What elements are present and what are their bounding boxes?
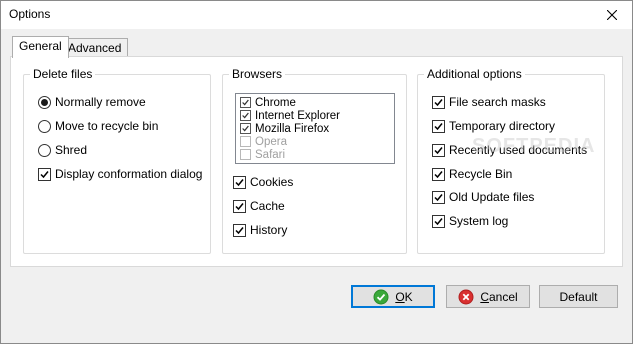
ok-button[interactable]: OK	[351, 285, 435, 308]
checkmark-icon	[434, 217, 443, 225]
radio-shred[interactable]: Shred	[38, 142, 87, 158]
checkbox-indicator	[432, 190, 445, 204]
general-tab-panel: Delete files Normally remove Move to rec…	[10, 56, 623, 267]
list-item-chrome[interactable]: Chrome	[240, 96, 296, 109]
list-item-label: Internet Explorer	[255, 109, 341, 122]
checkbox-label: History	[250, 223, 288, 237]
cancel-label: Cancel	[480, 289, 518, 304]
checkmark-icon	[235, 178, 244, 186]
checkbox-old-update-files[interactable]: Old Update files	[432, 189, 534, 205]
tab-advanced-label: Advanced	[68, 41, 122, 55]
checkmark-icon	[235, 226, 244, 234]
tab-advanced[interactable]: Advanced	[61, 38, 129, 58]
checkmark-icon	[434, 170, 443, 178]
checkbox-indicator	[38, 167, 51, 181]
checkbox-display-confirmation-dialog[interactable]: Display conformation dialog	[38, 166, 202, 182]
checkbox-recycle-bin[interactable]: Recycle Bin	[432, 166, 512, 182]
additional-options-title: Additional options	[424, 67, 525, 81]
checkmark-icon	[434, 146, 443, 154]
checkbox-indicator	[432, 119, 445, 133]
checkbox-label: Cookies	[250, 175, 294, 189]
checkbox-indicator	[240, 136, 251, 147]
cancel-button[interactable]: Cancel	[446, 285, 530, 308]
checkmark-icon	[235, 202, 244, 210]
checkmark-icon	[40, 170, 49, 178]
checkbox-temporary-directory[interactable]: Temporary directory	[432, 118, 555, 134]
ok-label: OK	[395, 289, 413, 304]
delete-files-title: Delete files	[30, 67, 96, 81]
list-item-safari: Safari	[240, 148, 285, 161]
browsers-title: Browsers	[229, 67, 286, 81]
checkbox-indicator	[432, 95, 445, 109]
default-button[interactable]: Default	[539, 285, 618, 308]
list-item-label: Chrome	[255, 96, 296, 109]
checkbox-indicator	[233, 223, 246, 237]
checkbox-cookies[interactable]: Cookies	[233, 174, 293, 190]
browsers-list[interactable]: Chrome Internet Explorer Mozilla Firefox	[235, 93, 395, 164]
tab-general-label: General	[19, 39, 62, 53]
checkbox-indicator	[233, 175, 246, 189]
checkbox-label: File search masks	[449, 95, 546, 109]
radio-label: Move to recycle bin	[55, 119, 159, 133]
list-item-label: Safari	[255, 148, 286, 161]
radio-label: Shred	[55, 143, 88, 157]
list-item-label: Mozilla Firefox	[255, 122, 330, 135]
radio-indicator	[38, 95, 51, 109]
checkbox-indicator	[240, 97, 251, 108]
radio-normally-remove[interactable]: Normally remove	[38, 94, 146, 110]
softpedia-watermark: SOFTPEDIA	[472, 135, 596, 157]
checkbox-indicator	[240, 123, 251, 134]
checkbox-system-log[interactable]: System log	[432, 213, 508, 229]
additional-options-group: Additional options File search masks Tem…	[417, 67, 605, 254]
checkbox-label: Cache	[250, 199, 285, 213]
checkmark-icon	[434, 98, 443, 106]
radio-move-to-recycle-bin[interactable]: Move to recycle bin	[38, 118, 158, 134]
radio-label: Normally remove	[55, 95, 146, 109]
list-item-mozilla-firefox[interactable]: Mozilla Firefox	[240, 122, 329, 135]
checkmark-icon	[434, 193, 443, 201]
checkmark-icon	[242, 125, 249, 132]
checkbox-label: Recycle Bin	[449, 167, 513, 181]
checkbox-indicator	[233, 199, 246, 213]
title-bar: Options	[1, 1, 632, 29]
list-item-internet-explorer[interactable]: Internet Explorer	[240, 109, 340, 122]
checkmark-icon	[242, 99, 249, 106]
checkbox-indicator	[240, 149, 251, 160]
checkbox-indicator	[240, 110, 251, 121]
options-dialog: Options General Advanced Delete files No…	[0, 0, 633, 344]
check-circle-icon	[373, 289, 389, 304]
radio-indicator	[38, 143, 51, 157]
checkbox-file-search-masks[interactable]: File search masks	[432, 94, 546, 110]
radio-indicator	[38, 119, 51, 133]
list-item-opera: Opera	[240, 135, 287, 148]
checkbox-history[interactable]: History	[233, 222, 287, 238]
close-icon	[607, 10, 617, 20]
checkbox-label: Old Update files	[449, 190, 535, 204]
cross-circle-icon	[458, 289, 474, 304]
checkbox-cache[interactable]: Cache	[233, 198, 285, 214]
checkbox-label: Temporary directory	[449, 119, 556, 133]
checkbox-label: Display conformation dialog	[55, 167, 203, 181]
checkbox-indicator	[432, 143, 445, 157]
browsers-group: Browsers Chrome Internet Explorer Mozill…	[222, 67, 407, 254]
checkmark-icon	[434, 122, 443, 130]
close-button[interactable]	[592, 1, 632, 29]
checkbox-indicator	[432, 167, 445, 181]
list-item-label: Opera	[255, 135, 287, 148]
checkbox-indicator	[432, 214, 445, 228]
checkbox-label: System log	[449, 214, 509, 228]
window-title: Options	[9, 7, 51, 21]
delete-files-group: Delete files Normally remove Move to rec…	[23, 67, 211, 254]
tab-general[interactable]: General	[12, 36, 69, 58]
default-label: Default	[559, 289, 598, 304]
checkmark-icon	[242, 112, 249, 119]
